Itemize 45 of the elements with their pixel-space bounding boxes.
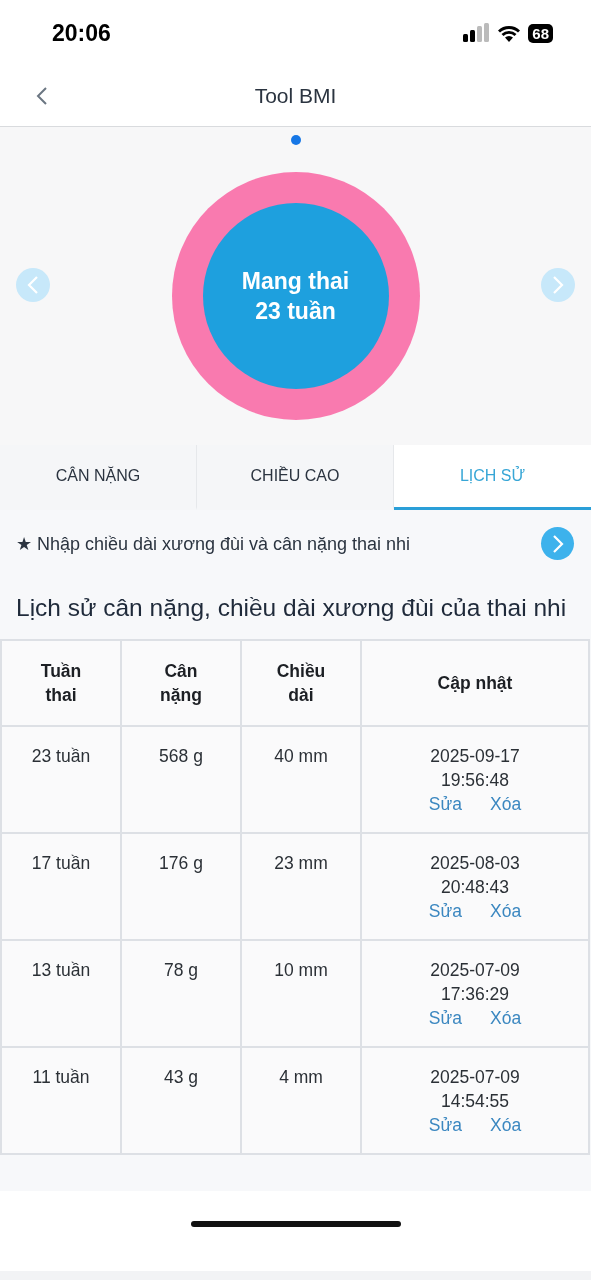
pregnancy-week-label: Mang thai 23 tuần xyxy=(241,267,350,326)
edit-link[interactable]: Sửa xyxy=(428,792,462,816)
next-button[interactable] xyxy=(541,527,574,560)
chevron-right-icon xyxy=(551,533,564,554)
table-cell: 40 mm xyxy=(241,726,361,833)
edit-link[interactable]: Sửa xyxy=(428,1006,462,1030)
battery-indicator: 68 xyxy=(528,23,553,43)
date-text: 2025-08-03 20:48:43 xyxy=(429,852,521,899)
delete-link[interactable]: Xóa xyxy=(490,899,522,923)
status-time: 20:06 xyxy=(52,19,111,47)
table-cell: 17 tuần xyxy=(1,833,121,940)
table-cell: 4 mm xyxy=(241,1047,361,1154)
delete-link[interactable]: Xóa xyxy=(490,792,522,816)
page-dot[interactable] xyxy=(290,135,301,145)
previous-button[interactable] xyxy=(16,268,50,302)
table-cell: 23 mm xyxy=(241,833,361,940)
page-title: Tool BMI xyxy=(254,84,337,108)
column-header: Cập nhật xyxy=(361,640,589,726)
date-text: 2025-07-09 14:54:55 xyxy=(429,1066,521,1113)
column-header: Cân nặng xyxy=(121,640,241,726)
chevron-left-icon xyxy=(36,86,48,106)
signal-icon xyxy=(463,23,491,43)
table-cell: 568 g xyxy=(121,726,241,833)
table-cell: 13 tuần xyxy=(1,940,121,1047)
edit-link[interactable]: Sửa xyxy=(428,899,462,923)
chevron-left-icon xyxy=(27,275,39,295)
table-cell: 10 mm xyxy=(241,940,361,1047)
wifi-icon xyxy=(497,24,522,42)
table-cell: 43 g xyxy=(121,1047,241,1154)
delete-link[interactable]: Xóa xyxy=(490,1006,522,1030)
delete-link[interactable]: Xóa xyxy=(490,1113,522,1137)
table-cell: 176 g xyxy=(121,833,241,940)
hint-text: ★ Nhập chiều dài xương đùi và cân nặng thai nhi xyxy=(16,532,411,555)
table-cell: 23 tuần xyxy=(1,726,121,833)
column-header: Chiều dài xyxy=(241,640,361,726)
section-heading: Lịch sử cân nặng, chiều dài xương đùi của thai nhi xyxy=(15,593,568,623)
next-button[interactable] xyxy=(541,268,575,302)
tab[interactable]: LỊCH SỬ xyxy=(394,445,591,510)
table-cell: 11 tuần xyxy=(1,1047,121,1154)
table-cell: 78 g xyxy=(121,940,241,1047)
edit-link[interactable]: Sửa xyxy=(428,1113,462,1137)
date-text: 2025-09-17 19:56:48 xyxy=(429,745,521,792)
column-header: Tuần thai xyxy=(1,640,121,726)
chevron-right-icon xyxy=(552,275,564,295)
date-text: 2025-07-09 17:36:29 xyxy=(429,959,521,1006)
